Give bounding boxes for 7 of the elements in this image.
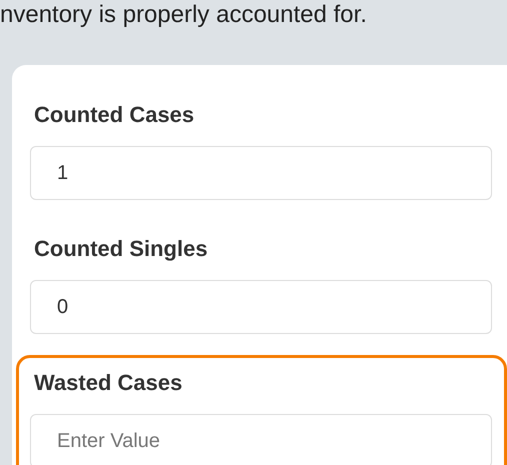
field-label: Wasted Cases [34, 369, 182, 397]
input-field[interactable]: 1 [30, 146, 492, 200]
field-label: Counted Singles [34, 235, 208, 263]
input-field[interactable]: 0 [30, 280, 492, 334]
input-field[interactable]: Enter Value [30, 414, 492, 465]
field-label: Counted Cases [34, 101, 194, 129]
instruction-text: nventory is properly accounted for. [0, 0, 367, 30]
